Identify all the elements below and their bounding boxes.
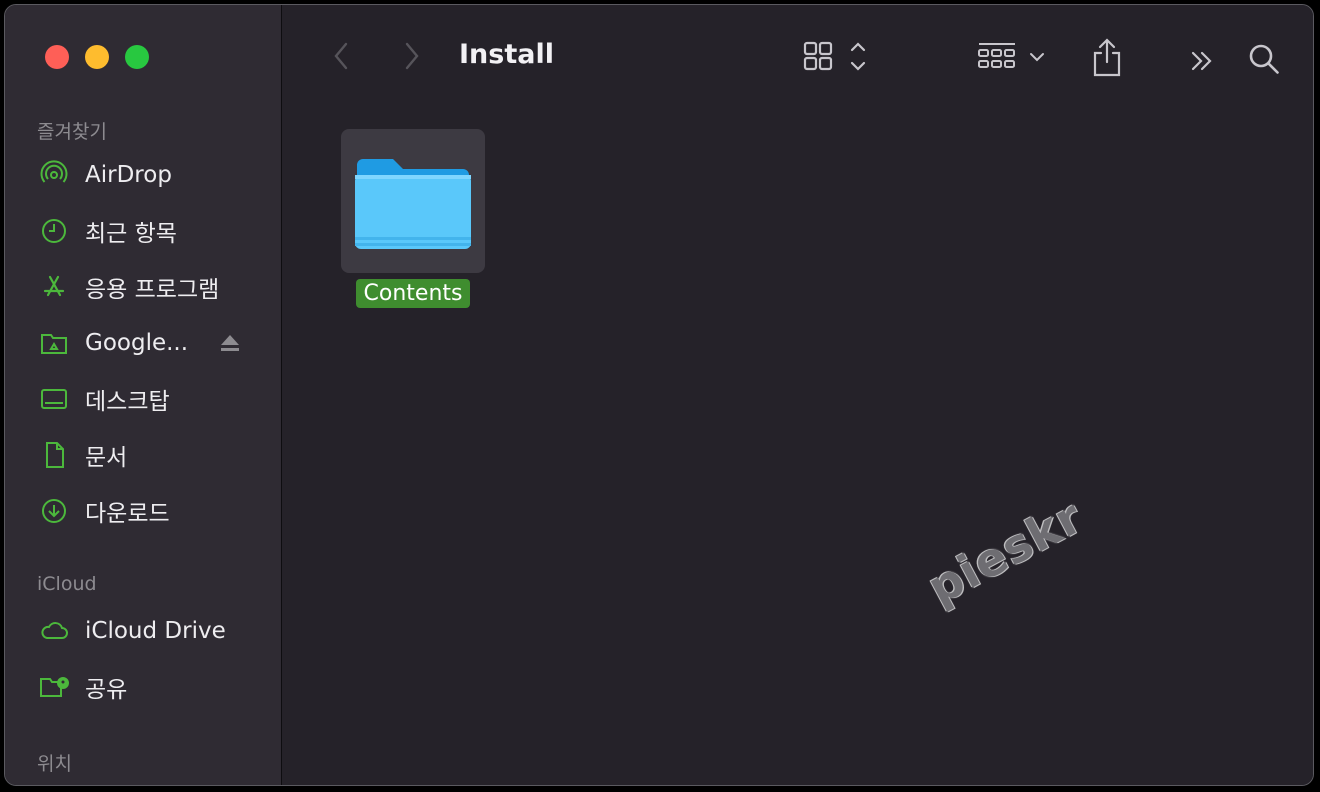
view-mode-button[interactable] — [798, 37, 870, 77]
window-controls — [45, 45, 149, 69]
double-chevron-right-icon — [1191, 51, 1212, 71]
sidebar-item-documents[interactable]: 문서 — [37, 435, 267, 475]
sidebar-item-downloads[interactable]: 다운로드 — [37, 491, 267, 531]
back-button[interactable] — [324, 39, 358, 73]
document-icon — [37, 438, 71, 472]
finder-window: 즐겨찾기 AirDrop 최근 항목 응용 프로그램 Google... 데스크… — [4, 4, 1314, 786]
folder-item[interactable]: Contents — [341, 129, 491, 308]
sidebar-section-favorites: 즐겨찾기 — [37, 121, 107, 143]
share-icon — [1093, 38, 1121, 77]
cloud-icon — [37, 614, 71, 648]
folder-icon — [355, 159, 471, 249]
chevron-right-icon — [405, 42, 419, 70]
sidebar-item-icloud-drive[interactable]: iCloud Drive — [37, 611, 267, 651]
chevron-left-icon — [334, 42, 348, 70]
folder-selection-tile[interactable] — [341, 129, 485, 273]
search-button[interactable] — [1244, 39, 1284, 79]
sidebar-item-airdrop[interactable]: AirDrop — [37, 155, 267, 195]
folder-name-label[interactable]: Contents — [355, 279, 471, 308]
share-button[interactable] — [1086, 35, 1128, 81]
more-toolbar-button[interactable] — [1184, 43, 1220, 79]
sidebar-item-label: 응용 프로그램 — [85, 277, 220, 303]
sidebar-item-applications[interactable]: 응용 프로그램 — [37, 267, 267, 307]
sidebar-item-label: 공유 — [85, 677, 128, 703]
sidebar-item-label: iCloud Drive — [85, 618, 226, 644]
airdrop-icon — [37, 158, 71, 192]
sidebar-section-icloud: iCloud — [37, 573, 97, 595]
zoom-button[interactable] — [125, 45, 149, 69]
search-icon — [1249, 44, 1279, 74]
desktop-icon — [37, 382, 71, 416]
sidebar-item-label: Google... — [85, 330, 189, 356]
sidebar-item-label: 다운로드 — [85, 501, 170, 527]
icon-view-grid-icon — [803, 41, 866, 71]
shared-folder-icon — [37, 670, 71, 704]
sidebar-item-label: 데스크탑 — [85, 389, 170, 415]
window-title: Install — [459, 39, 554, 70]
watermark: pieskr — [919, 489, 1092, 615]
sidebar-item-google-drive[interactable]: Google... — [37, 323, 267, 363]
sidebar-section-locations: 위치 — [37, 753, 72, 775]
sidebar-item-shared[interactable]: 공유 — [37, 667, 267, 707]
google-drive-folder-icon — [37, 326, 71, 360]
download-icon — [37, 494, 71, 528]
sidebar-item-label: AirDrop — [85, 162, 172, 188]
sidebar-item-label: 최근 항목 — [85, 221, 177, 247]
file-browser: Contents pieskr — [282, 109, 1313, 785]
group-grid-icon — [978, 43, 1044, 68]
group-by-button[interactable] — [974, 37, 1054, 77]
toolbar: Install — [282, 5, 1313, 109]
close-button[interactable] — [45, 45, 69, 69]
minimize-button[interactable] — [85, 45, 109, 69]
sidebar-item-desktop[interactable]: 데스크탑 — [37, 379, 267, 419]
sidebar: 즐겨찾기 AirDrop 최근 항목 응용 프로그램 Google... 데스크… — [5, 5, 282, 785]
sidebar-item-label: 문서 — [85, 445, 128, 471]
forward-button[interactable] — [395, 39, 429, 73]
applications-icon — [37, 270, 71, 304]
eject-icon[interactable] — [219, 333, 241, 353]
clock-icon — [37, 214, 71, 248]
sidebar-item-recents[interactable]: 최근 항목 — [37, 211, 267, 251]
